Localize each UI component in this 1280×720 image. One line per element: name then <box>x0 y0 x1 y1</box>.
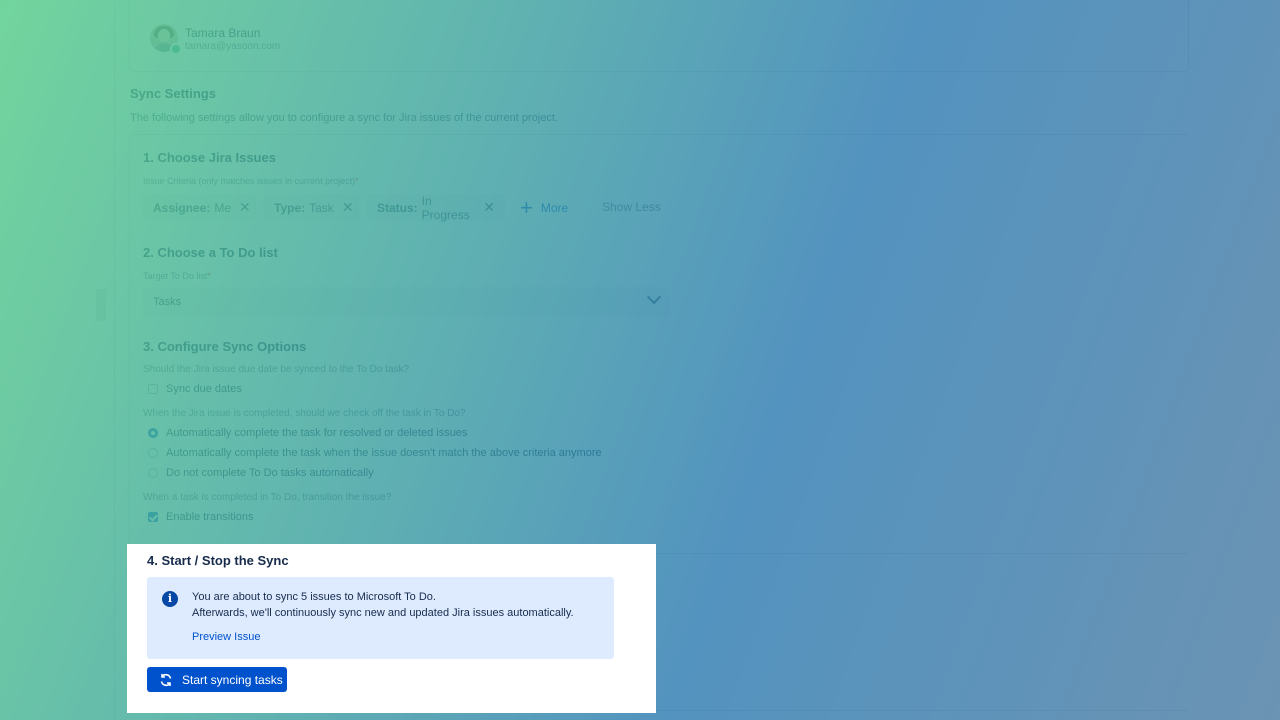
more-criteria-button[interactable]: + More <box>520 196 568 220</box>
info-icon: i <box>162 591 178 607</box>
step3-title: 3. Configure Sync Options <box>143 339 307 354</box>
chip-type[interactable]: Type: Task ✕ <box>264 194 359 221</box>
step4-title: 4. Start / Stop the Sync <box>147 553 289 568</box>
radio-unselected[interactable] <box>148 468 158 478</box>
enable-transitions-checkbox[interactable] <box>148 512 158 522</box>
enable-transitions-option[interactable]: Enable transitions <box>148 511 253 523</box>
user-card: Tamara Braun tamara@yasoon.com <box>129 0 1189 72</box>
remove-chip-icon[interactable]: ✕ <box>342 199 354 216</box>
step1-title: 1. Choose Jira Issues <box>143 150 276 165</box>
step2-title: 2. Choose a To Do list <box>143 245 278 260</box>
info-line-1: You are about to sync 5 issues to Micros… <box>192 591 436 603</box>
sidebar-resize-handle[interactable] <box>96 289 106 321</box>
todo-list-select[interactable]: Tasks <box>143 287 669 317</box>
issue-criteria-label: Issue Criteria (only matches issues in c… <box>143 176 359 186</box>
preview-issue-link[interactable]: Preview Issue <box>192 631 260 643</box>
step4-spotlight-panel: 4. Start / Stop the Sync i You are about… <box>127 544 656 713</box>
complete-option-none[interactable]: Do not complete To Do tasks automaticall… <box>148 467 374 479</box>
remove-chip-icon[interactable]: ✕ <box>239 199 251 216</box>
info-line-2: Afterwards, we'll continuously sync new … <box>192 607 574 619</box>
complete-question: When the Jira issue is completed, should… <box>143 408 466 419</box>
sync-due-dates-option[interactable]: Sync due dates <box>148 383 242 395</box>
complete-option-resolved[interactable]: Automatically complete the task for reso… <box>148 427 467 439</box>
target-list-label: Target To Do list* <box>143 271 211 281</box>
transition-question: When a task is completed in To Do, trans… <box>143 492 392 503</box>
start-syncing-button[interactable]: Start syncing tasks <box>147 667 287 692</box>
due-date-question: Should the Jira issue due date be synced… <box>143 364 410 375</box>
radio-unselected[interactable] <box>148 448 158 458</box>
remove-chip-icon[interactable]: ✕ <box>483 199 495 216</box>
plus-icon: + <box>520 195 533 220</box>
sync-settings-description: The following settings allow you to conf… <box>130 112 558 124</box>
sync-settings-title: Sync Settings <box>130 86 216 101</box>
left-rail-divider <box>114 0 115 720</box>
chip-status[interactable]: Status: In Progress ✕ <box>367 194 505 222</box>
user-email: tamara@yasoon.com <box>185 41 281 52</box>
online-status-icon <box>170 43 182 55</box>
show-less-button[interactable]: Show Less <box>602 200 661 214</box>
chevron-down-icon <box>646 290 662 305</box>
complete-option-mismatch[interactable]: Automatically complete the task when the… <box>148 447 602 459</box>
user-name: Tamara Braun <box>185 26 261 40</box>
info-message: i You are about to sync 5 issues to Micr… <box>147 577 614 659</box>
sync-icon <box>160 673 172 686</box>
chip-assignee[interactable]: Assignee: Me ✕ <box>143 194 256 221</box>
sync-due-dates-checkbox[interactable] <box>148 384 158 394</box>
radio-selected[interactable] <box>148 428 158 438</box>
